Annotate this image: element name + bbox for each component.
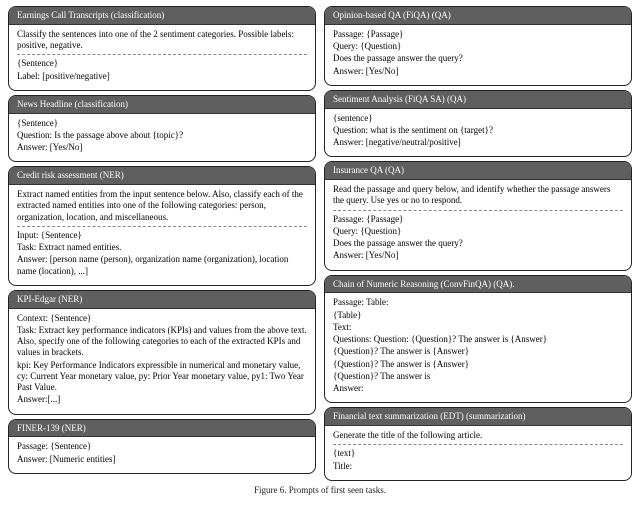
card-line: Questions: Question: {Question}? The ans… xyxy=(333,334,623,345)
prompt-card: Sentiment Analysis (FiQA SA) (QA) {senten… xyxy=(324,90,632,158)
card-line: {Question}? The answer is xyxy=(333,371,623,382)
card-body: Read the passage and query below, and id… xyxy=(325,180,631,270)
card-line: Passage: Table: xyxy=(333,297,623,308)
card-body: Classify the sentences into one of the 2… xyxy=(9,25,315,90)
card-line: Text: xyxy=(333,322,623,333)
card-section: Passage: {Sentence} Answer: [Numeric enti… xyxy=(17,441,307,465)
card-body: Passage: {Sentence} Answer: [Numeric enti… xyxy=(9,437,315,473)
prompt-card: Credit risk assessment (NER) Extract name… xyxy=(8,166,316,286)
card-section: Extract named entities from the input se… xyxy=(17,189,307,223)
card-section: Classify the sentences into one of the 2… xyxy=(17,29,307,52)
card-title: Earnings Call Transcripts (classificatio… xyxy=(9,7,315,25)
card-line: Does the passage answer the query? xyxy=(333,238,623,249)
section-divider xyxy=(333,444,623,445)
card-line: Task: Extract key performance indicators… xyxy=(17,325,307,359)
card-title: News Headline (classification) xyxy=(9,96,315,114)
card-line: {text} xyxy=(333,448,623,459)
card-line: Does the passage answer the query? xyxy=(333,53,623,64)
card-body: Extract named entities from the input se… xyxy=(9,185,315,285)
card-line: {Sentence} xyxy=(17,58,307,69)
prompt-card: News Headline (classification) {Sentence}… xyxy=(8,95,316,163)
prompt-card: Opinion-based QA (FiQA) (QA) Passage: {Pa… xyxy=(324,6,632,86)
card-line: Answer: xyxy=(333,383,623,394)
card-section: Passage: {Passage}Query: {Question}Does … xyxy=(333,29,623,77)
card-line: Read the passage and query below, and id… xyxy=(333,184,623,207)
card-section: {Sentence}Question: Is the passage above… xyxy=(17,118,307,154)
card-line: Task: Extract named entities. xyxy=(17,242,307,253)
card-line: Question: what is the sentiment on {targ… xyxy=(333,125,623,136)
card-title: Insurance QA (QA) xyxy=(325,162,631,180)
card-line: Query: {Question} xyxy=(333,226,623,237)
card-title: FINER-139 (NER) xyxy=(9,420,315,438)
card-line: Answer: [Yes/No] xyxy=(17,142,307,153)
card-line: Answer: [person name (person), organizat… xyxy=(17,254,307,277)
card-section: {text} Title: xyxy=(333,448,623,472)
card-line: Context: {Sentence} xyxy=(17,313,307,324)
prompt-card: Chain of Numeric Reasoning (ConvFinQA) (… xyxy=(324,275,632,404)
card-line: kpi: Key Performance Indicators expressi… xyxy=(17,360,307,394)
prompt-card: Financial text summarization (EDT) (summ… xyxy=(324,407,632,481)
card-line: {sentence} xyxy=(333,113,623,124)
card-section: {Sentence} Label: [positive/negative] xyxy=(17,58,307,82)
card-line: {Sentence} xyxy=(17,118,307,129)
card-body: Passage: Table: {Table}Text:Questions: Qu… xyxy=(325,293,631,402)
card-line: Answer:[...] xyxy=(17,394,307,405)
section-divider xyxy=(333,210,623,211)
card-section: {sentence}Question: what is the sentimen… xyxy=(333,113,623,149)
card-line: Answer: [Yes/No] xyxy=(333,250,623,261)
card-body: Passage: {Passage}Query: {Question}Does … xyxy=(325,25,631,85)
right-column: Opinion-based QA (FiQA) (QA) Passage: {Pa… xyxy=(324,6,632,481)
card-line: {Question}? The answer is {Answer} xyxy=(333,359,623,370)
card-line: Input: {Sentence} xyxy=(17,230,307,241)
card-line: Answer: [negative/neutral/positive] xyxy=(333,137,623,148)
card-line: Query: {Question} xyxy=(333,41,623,52)
card-section: Generate the title of the following arti… xyxy=(333,430,623,441)
prompt-card: Earnings Call Transcripts (classificatio… xyxy=(8,6,316,91)
card-line: Passage: {Passage} xyxy=(333,214,623,225)
card-section: Input: {Sentence}Task: Extract named ent… xyxy=(17,230,307,277)
prompt-card: Insurance QA (QA) Read the passage and qu… xyxy=(324,161,632,270)
card-line: Extract named entities from the input se… xyxy=(17,189,307,223)
left-column: Earnings Call Transcripts (classificatio… xyxy=(8,6,316,481)
card-body: {Sentence}Question: Is the passage above… xyxy=(9,114,315,162)
card-title: Chain of Numeric Reasoning (ConvFinQA) (… xyxy=(325,276,631,294)
card-body: {sentence}Question: what is the sentimen… xyxy=(325,109,631,157)
card-title: Financial text summarization (EDT) (summ… xyxy=(325,408,631,426)
card-line: {Question}? The answer is {Answer} xyxy=(333,346,623,357)
card-body: Generate the title of the following arti… xyxy=(325,426,631,480)
card-line: Question: Is the passage above about {to… xyxy=(17,130,307,141)
columns-wrapper: Earnings Call Transcripts (classificatio… xyxy=(8,6,632,481)
card-line: Passage: {Passage} xyxy=(333,29,623,40)
card-line: Answer: [Numeric entities] xyxy=(17,454,307,465)
card-line: Answer: [Yes/No] xyxy=(333,66,623,77)
section-divider xyxy=(17,54,307,55)
card-line: Generate the title of the following arti… xyxy=(333,430,623,441)
card-section: Context: {Sentence}Task: Extract key per… xyxy=(17,313,307,406)
card-title: Opinion-based QA (FiQA) (QA) xyxy=(325,7,631,25)
card-title: KPI-Edgar (NER) xyxy=(9,291,315,309)
card-line: Passage: {Sentence} xyxy=(17,441,307,452)
card-section: Passage: Table: {Table}Text:Questions: Qu… xyxy=(333,297,623,394)
figure-caption: Figure 6. Prompts of first seen tasks. xyxy=(8,485,632,495)
card-line: Label: [positive/negative] xyxy=(17,71,307,82)
card-section: Passage: {Passage}Query: {Question}Does … xyxy=(333,214,623,262)
card-section: Read the passage and query below, and id… xyxy=(333,184,623,207)
card-body: Context: {Sentence}Task: Extract key per… xyxy=(9,309,315,414)
prompt-card: KPI-Edgar (NER) Context: {Sentence}Task: … xyxy=(8,290,316,415)
card-title: Sentiment Analysis (FiQA SA) (QA) xyxy=(325,91,631,109)
card-line: Title: xyxy=(333,461,623,472)
card-title: Credit risk assessment (NER) xyxy=(9,167,315,185)
card-line: Classify the sentences into one of the 2… xyxy=(17,29,307,52)
section-divider xyxy=(17,226,307,227)
card-line: {Table} xyxy=(333,310,623,321)
prompt-card: FINER-139 (NER) Passage: {Sentence} Answer… xyxy=(8,419,316,474)
